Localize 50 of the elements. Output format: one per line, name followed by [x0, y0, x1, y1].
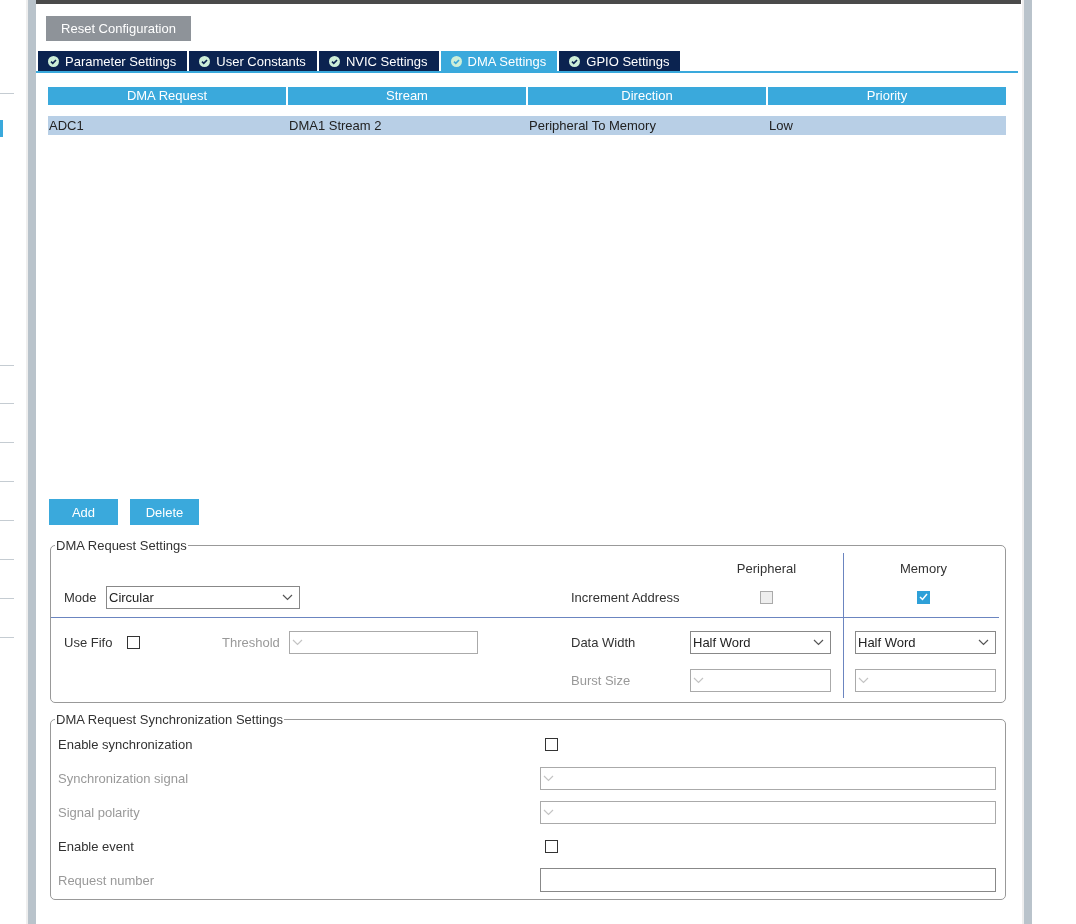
- field-label: Threshold: [222, 634, 281, 650]
- column-header: Priority: [768, 87, 1006, 105]
- threshold-dropdown[interactable]: [289, 630, 478, 654]
- check-circle-icon: [328, 55, 340, 67]
- settings-tab[interactable]: Parameter Settings: [38, 51, 188, 71]
- checkbox[interactable]: [545, 839, 558, 853]
- chevron-down-icon: [978, 638, 989, 646]
- checkbox[interactable]: [917, 590, 930, 604]
- chevron-down-icon: [543, 774, 554, 782]
- field-label: Signal polarity: [58, 804, 141, 820]
- check-circle-icon: [48, 55, 59, 67]
- burst-size-dropdown[interactable]: [855, 668, 996, 692]
- settings-tab[interactable]: GPIO Settings: [559, 51, 681, 71]
- chevron-down-icon: [292, 638, 303, 646]
- column-header: Direction: [528, 87, 766, 105]
- field-label: Use Fifo: [64, 634, 114, 650]
- chevron-down-icon: [282, 593, 293, 601]
- checkbox[interactable]: [545, 737, 558, 751]
- field-label: Burst Size: [571, 672, 631, 688]
- data-width-dropdown[interactable]: Half Word: [690, 630, 831, 654]
- chevron-down-icon: [543, 808, 554, 816]
- selection-marker: [0, 120, 3, 137]
- dropdown[interactable]: [540, 766, 996, 790]
- checkbox[interactable]: [127, 635, 140, 649]
- field-label: Data Width: [571, 634, 636, 650]
- column-header: DMA Request: [48, 87, 286, 105]
- chevron-down-icon: [813, 638, 824, 646]
- column-header: Stream: [288, 87, 526, 105]
- dropdown[interactable]: [540, 800, 996, 824]
- field-label: Request number: [58, 872, 156, 888]
- field-label: Synchronization signal: [58, 770, 190, 786]
- column-header: Memory: [843, 553, 1003, 579]
- check-circle-icon: [450, 55, 462, 67]
- field-label: Enable event: [58, 838, 135, 854]
- settings-tab[interactable]: User Constants: [189, 51, 317, 71]
- data-width-dropdown[interactable]: Half Word: [855, 630, 996, 654]
- check-circle-icon: [569, 55, 581, 67]
- group-title: DMA Request Synchronization Settings: [55, 712, 284, 727]
- chevron-down-icon: [858, 676, 869, 684]
- burst-size-dropdown[interactable]: [690, 668, 831, 692]
- chevron-down-icon: [693, 676, 704, 684]
- group-title: DMA Request Settings: [55, 538, 188, 553]
- check-circle-icon: [199, 55, 211, 67]
- field-label: Enable synchronization: [58, 736, 194, 752]
- column-header: Peripheral: [735, 560, 798, 578]
- table-row[interactable]: ADC1 DMA1 Stream 2 Peripheral To Memory Low: [48, 116, 1006, 135]
- settings-tab[interactable]: NVIC Settings: [318, 51, 439, 71]
- field-label: Increment Address: [571, 589, 680, 605]
- mode-dropdown[interactable]: Circular: [106, 585, 300, 609]
- field-label: Mode: [64, 589, 98, 605]
